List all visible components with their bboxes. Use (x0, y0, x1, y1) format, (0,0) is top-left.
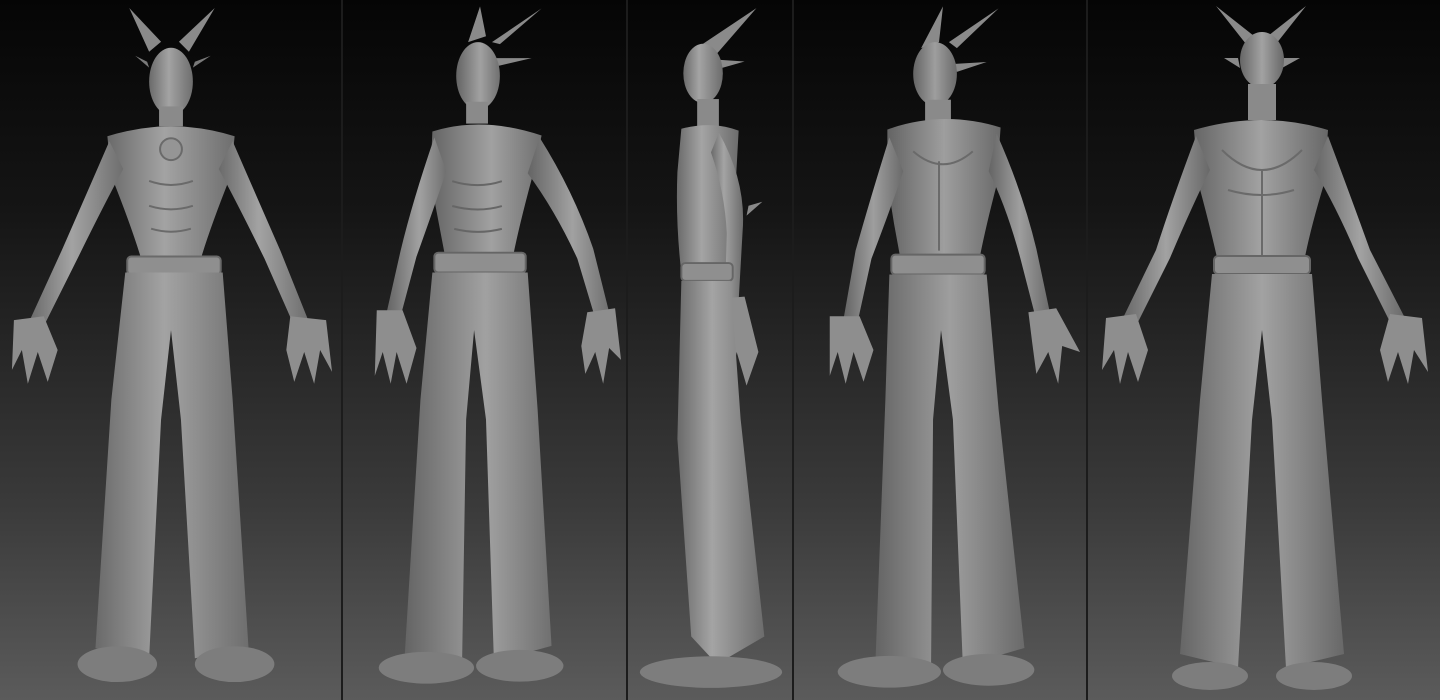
panel-back-view (1088, 0, 1440, 700)
side-view-figure (639, 8, 783, 688)
panel-three-quarter-back-view (794, 0, 1088, 700)
panel-side-view (628, 0, 794, 700)
front-view-figure (11, 8, 333, 683)
back-view-figure (1102, 6, 1428, 690)
three-quarter-back-view-figure (829, 6, 1081, 688)
panel-front-view (0, 0, 343, 700)
three-quarter-front-view-figure (374, 6, 622, 684)
turnaround-sheet (0, 0, 1440, 700)
panel-three-quarter-front-view (343, 0, 628, 700)
